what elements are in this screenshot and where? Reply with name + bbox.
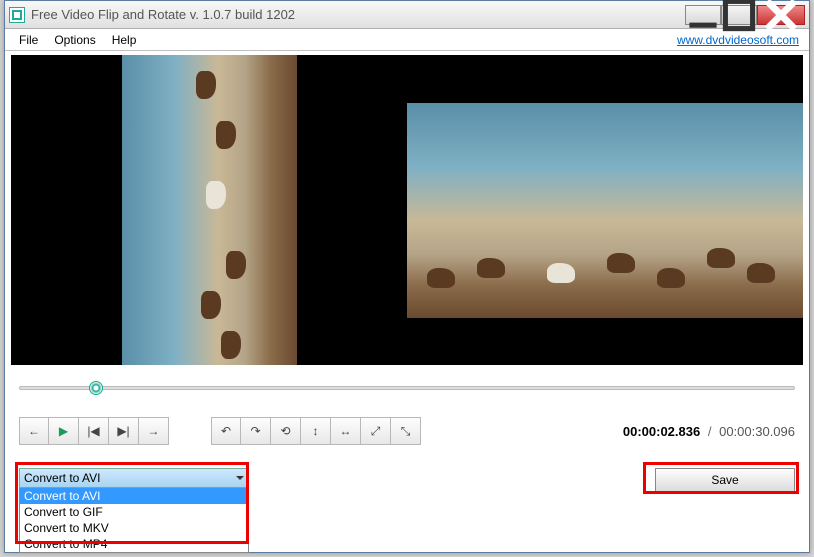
rotate-90ccw-button[interactable]: ↶ <box>211 417 241 445</box>
menu-file[interactable]: File <box>11 31 46 49</box>
rotate-90cw-button[interactable]: ↷ <box>241 417 271 445</box>
format-option[interactable]: Convert to AVI <box>20 488 248 504</box>
flip-v-icon: ↕ <box>313 424 319 438</box>
format-option[interactable]: Convert to GIF <box>20 504 248 520</box>
flip-vertical-button[interactable]: ↕ <box>301 417 331 445</box>
menubar: File Options Help www.dvdvideosoft.com <box>5 29 809 51</box>
diag2-icon: ⤡ <box>401 424 411 439</box>
seek-slider[interactable] <box>19 381 795 395</box>
prev-frame-button[interactable]: |◀ <box>79 417 109 445</box>
maximize-button[interactable] <box>721 5 757 25</box>
rotate-180-icon: ⟲ <box>280 424 290 438</box>
time-current: 00:00:02.836 <box>623 424 700 439</box>
time-total: 00:00:30.096 <box>719 424 795 439</box>
controls-row: ← ▶ |◀ ▶| → ↶ ↷ ⟲ ↕ ↔ ⤢ ⤡ 00:00:02.836 /… <box>19 417 795 445</box>
play-button[interactable]: ▶ <box>49 417 79 445</box>
arrow-left-icon: ← <box>28 424 40 438</box>
menu-help[interactable]: Help <box>104 31 145 49</box>
play-icon: ▶ <box>59 424 68 438</box>
minimize-button[interactable] <box>685 5 721 25</box>
save-button[interactable]: Save <box>655 468 795 492</box>
timecode: 00:00:02.836 / 00:00:30.096 <box>623 424 795 439</box>
time-separator: / <box>708 424 712 439</box>
arrow-right-icon: → <box>148 424 160 438</box>
format-option[interactable]: Convert to MKV <box>20 520 248 536</box>
rotate-180-button[interactable]: ⟲ <box>271 417 301 445</box>
preview-right-pane <box>407 55 803 365</box>
app-window: Free Video Flip and Rotate v. 1.0.7 buil… <box>4 0 810 553</box>
preview-area <box>11 55 803 365</box>
flip-h-icon: ↔ <box>340 424 352 438</box>
flip-horizontal-button[interactable]: ↔ <box>331 417 361 445</box>
menu-options[interactable]: Options <box>46 31 103 49</box>
format-options-list: Convert to AVI Convert to GIF Convert to… <box>19 488 249 553</box>
format-option[interactable]: Convert to MP4 <box>20 536 248 552</box>
app-icon <box>9 7 25 23</box>
rotate-group: ↶ ↷ ⟲ ↕ ↔ ⤢ ⤡ <box>211 417 421 445</box>
preview-left-pane <box>11 55 407 365</box>
skip-back-icon: |◀ <box>87 424 99 438</box>
format-dropdown[interactable]: Convert to AVI Convert to AVI Convert to… <box>19 468 249 553</box>
bottom-row: Convert to AVI Convert to AVI Convert to… <box>19 468 795 546</box>
window-title: Free Video Flip and Rotate v. 1.0.7 buil… <box>31 7 685 22</box>
rotate-ccw-icon: ↶ <box>221 424 231 438</box>
rotated-video-thumb <box>407 103 803 318</box>
step-back-button[interactable]: ← <box>19 417 49 445</box>
website-link[interactable]: www.dvdvideosoft.com <box>677 33 803 47</box>
rotate-cw-icon: ↷ <box>250 424 260 438</box>
original-video-thumb <box>122 55 297 365</box>
seek-thumb[interactable] <box>89 381 103 395</box>
step-fwd-button[interactable]: → <box>139 417 169 445</box>
transport-group: ← ▶ |◀ ▶| → <box>19 417 169 445</box>
flip-diag2-button[interactable]: ⤡ <box>391 417 421 445</box>
diag1-icon: ⤢ <box>371 424 381 439</box>
seek-track <box>19 386 795 390</box>
titlebar[interactable]: Free Video Flip and Rotate v. 1.0.7 buil… <box>5 1 809 29</box>
format-selected[interactable]: Convert to AVI <box>19 468 249 488</box>
next-frame-button[interactable]: ▶| <box>109 417 139 445</box>
close-button[interactable] <box>757 5 805 25</box>
flip-diag1-button[interactable]: ⤢ <box>361 417 391 445</box>
skip-fwd-icon: ▶| <box>117 424 129 438</box>
